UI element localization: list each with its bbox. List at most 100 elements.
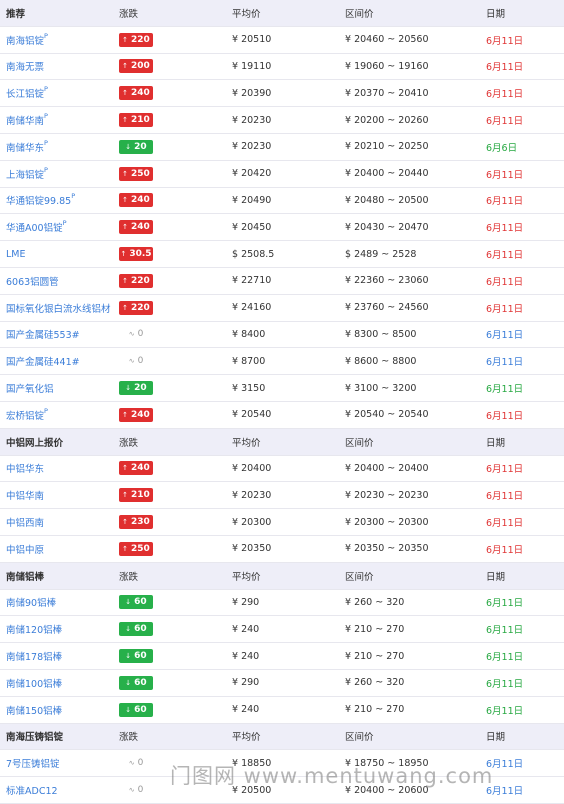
price-range: ¥ 20230 ~ 20230: [345, 489, 429, 501]
change-value: 60: [134, 651, 147, 662]
price-date: 6月11日: [486, 276, 524, 288]
change-value: 220: [131, 302, 150, 313]
change-value: 20: [134, 383, 147, 394]
price-date: 6月11日: [486, 384, 524, 396]
average-price: ¥ 290: [232, 596, 260, 608]
product-cell: 长江铝锭 P: [6, 80, 48, 106]
section-header: 南储铝棒 涨跌 平均价 区间价 日期: [0, 562, 564, 590]
average-price: ¥ 8400: [232, 328, 266, 340]
product-link[interactable]: 宏桥铝锭: [6, 408, 44, 422]
price-range: ¥ 20480 ~ 20500: [345, 194, 429, 206]
product-link[interactable]: 华通铝锭99.85: [6, 193, 71, 207]
change-badge: ∿ 0: [119, 354, 153, 369]
premium-badge: P: [44, 31, 48, 40]
product-link[interactable]: 中铝西南: [6, 515, 44, 529]
premium-badge: P: [71, 192, 76, 201]
section-header: 推荐 涨跌 平均价 区间价 日期: [0, 0, 564, 27]
price-range: ¥ 8600 ~ 8800: [345, 355, 417, 367]
table-row: 宏桥铝锭 P ↑ 240 ¥ 20540 ¥ 20540 ~ 20540 6月11日: [0, 401, 564, 429]
price-range: ¥ 260 ~ 320: [345, 677, 405, 689]
price-table: 推荐 涨跌 平均价 区间价 日期 南海铝锭 P ↑ 220 ¥ 20510 ¥ 20460 ~ 20…: [0, 0, 564, 804]
price-range: ¥ 20210 ~ 20250: [345, 141, 429, 153]
change-cell: ↓ 60: [119, 643, 153, 669]
column-header-change: 涨跌: [119, 571, 139, 583]
average-price: ¥ 20490: [232, 194, 272, 206]
product-cell: 华通铝锭99.85 P: [6, 188, 75, 214]
product-link[interactable]: 华通A00铝锭: [6, 220, 63, 234]
flat-tilde-icon: ∿: [128, 786, 135, 794]
column-header-change: 涨跌: [119, 437, 139, 449]
change-badge: ∿ 0: [119, 327, 153, 342]
product-link[interactable]: 南储90铝棒: [6, 595, 56, 609]
section-title: 南海压铸铝锭: [6, 732, 64, 744]
product-link[interactable]: 7号压铸铝锭: [6, 756, 60, 770]
arrow-up-icon: ↑: [122, 35, 129, 44]
product-link[interactable]: 南储178铝棒: [6, 649, 62, 663]
product-link[interactable]: 南储120铝棒: [6, 622, 62, 636]
product-link[interactable]: 上海铝锭: [6, 167, 44, 181]
product-link[interactable]: 南储华南: [6, 113, 44, 127]
product-link[interactable]: 南储100铝棒: [6, 676, 62, 690]
change-value: 60: [134, 624, 147, 635]
average-price: ¥ 20450: [232, 221, 272, 233]
table-row: 国产氧化铝 ↓ 20 ¥ 3150 ¥ 3100 ~ 3200 6月11日: [0, 375, 564, 402]
product-link[interactable]: 国产氧化铝: [6, 381, 54, 395]
change-cell: ∿ 0: [119, 777, 153, 803]
product-link[interactable]: 南海无票: [6, 59, 44, 73]
product-link[interactable]: 南储华东: [6, 140, 44, 154]
product-link[interactable]: 南储150铝棒: [6, 703, 62, 717]
change-badge: ↑ 240: [119, 461, 153, 476]
table-row: 中铝华南 ↑ 210 ¥ 20230 ¥ 20230 ~ 20230 6月11日: [0, 482, 564, 510]
average-price: ¥ 20540: [232, 409, 272, 421]
arrow-down-icon: ↓: [125, 384, 132, 393]
product-link[interactable]: 国产金属硅441#: [6, 354, 80, 368]
average-price: ¥ 20420: [232, 168, 272, 180]
product-link[interactable]: 6063铝圆管: [6, 274, 59, 288]
price-date: 6月11日: [486, 544, 524, 556]
product-cell: 7号压铸铝锭: [6, 750, 60, 776]
change-badge: ↓ 20: [119, 381, 153, 396]
price-range: ¥ 20400 ~ 20440: [345, 168, 429, 180]
change-cell: ↑ 230: [119, 509, 153, 535]
product-link[interactable]: 南海铝锭: [6, 33, 44, 47]
arrow-up-icon: ↑: [122, 410, 129, 419]
arrow-down-icon: ↓: [125, 598, 132, 607]
change-badge: ↑ 220: [119, 32, 153, 47]
arrow-down-icon: ↓: [125, 705, 132, 714]
column-header-range: 区间价: [345, 732, 374, 744]
price-range: ¥ 210 ~ 270: [345, 623, 405, 635]
product-link[interactable]: 中铝华南: [6, 488, 44, 502]
product-link[interactable]: LME: [6, 249, 26, 260]
change-cell: ↑ 240: [119, 188, 153, 214]
product-link[interactable]: 国标氧化银白流水线铝材: [6, 301, 111, 315]
change-cell: ↓ 60: [119, 697, 153, 723]
price-range: ¥ 20400 ~ 20400: [345, 462, 429, 474]
column-header-range: 区间价: [345, 8, 374, 20]
column-header-avg: 平均价: [232, 732, 261, 744]
price-date: 6月11日: [486, 491, 524, 503]
product-cell: 南储90铝棒: [6, 590, 56, 616]
table-row: 中铝西南 ↑ 230 ¥ 20300 ¥ 20300 ~ 20300 6月11日: [0, 509, 564, 536]
price-date: 6月11日: [486, 598, 524, 610]
arrow-up-icon: ↑: [122, 276, 129, 285]
flat-tilde-icon: ∿: [128, 357, 135, 366]
arrow-up-icon: ↑: [122, 518, 129, 527]
price-date: 6月11日: [486, 357, 524, 369]
product-link[interactable]: 标准ADC12: [6, 783, 58, 797]
product-link[interactable]: 国产金属硅553#: [6, 327, 80, 341]
table-row: 长江铝锭 P ↑ 240 ¥ 20390 ¥ 20370 ~ 20410 6月11日: [0, 80, 564, 108]
product-cell: 国产金属硅441#: [6, 348, 80, 374]
product-link[interactable]: 中铝中原: [6, 542, 44, 556]
section-header: 中铝网上报价 涨跌 平均价 区间价 日期: [0, 428, 564, 456]
change-badge: ↑ 200: [119, 59, 153, 74]
change-badge: ↑ 250: [119, 166, 153, 181]
change-badge: ↑ 240: [119, 193, 153, 208]
product-link[interactable]: 中铝华东: [6, 461, 44, 475]
column-header-avg: 平均价: [232, 8, 261, 20]
average-price: ¥ 20510: [232, 34, 272, 46]
change-badge: ↑ 240: [119, 407, 153, 422]
arrow-up-icon: ↑: [122, 464, 129, 473]
change-value: 60: [134, 704, 147, 715]
product-link[interactable]: 长江铝锭: [6, 86, 44, 100]
flat-tilde-icon: ∿: [128, 759, 135, 768]
